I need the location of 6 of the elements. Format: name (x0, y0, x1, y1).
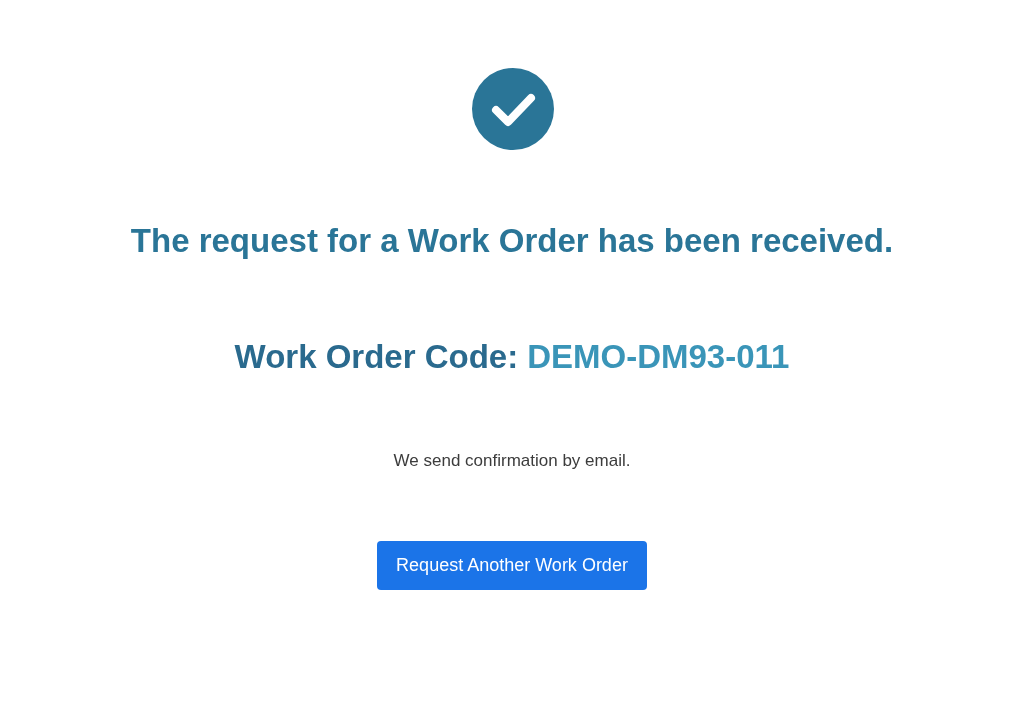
work-order-label: Work Order Code: (234, 338, 519, 376)
request-another-button[interactable]: Request Another Work Order (377, 541, 647, 590)
confirmation-message: We send confirmation by email. (393, 451, 631, 471)
confirmation-heading: The request for a Work Order has been received. (130, 222, 894, 260)
work-order-code: DEMO-DM93-011 (527, 338, 790, 376)
check-circle-icon (472, 68, 554, 150)
